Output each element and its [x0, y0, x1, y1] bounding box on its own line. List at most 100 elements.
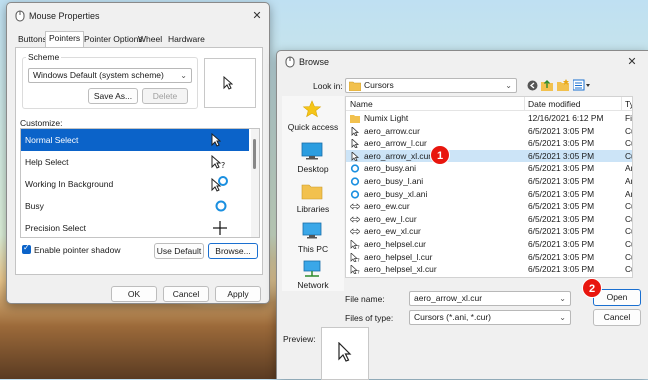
file-row[interactable]: aero_arrow_l.cur 6/5/2021 3:05 PM Cu [346, 137, 632, 150]
place-label: Desktop [297, 164, 329, 174]
scheme-dropdown[interactable]: Windows Default (system scheme) ⌄ [28, 68, 192, 83]
file-date: 6/5/2021 3:05 PM [528, 150, 595, 161]
file-type: An [625, 188, 632, 199]
chevron-down-icon: ⌄ [505, 81, 512, 90]
resize-ew-icon [350, 216, 360, 223]
place-label: Libraries [296, 204, 330, 214]
file-row-selected[interactable]: aero_arrow_xl.cur 6/5/2021 3:05 PM Cu [346, 149, 632, 163]
list-item[interactable]: Busy [21, 195, 249, 217]
place-label: Quick access [287, 122, 339, 132]
busy-cursor-icon [350, 177, 360, 186]
save-as-button[interactable]: Save As... [88, 88, 138, 104]
cancel-button[interactable]: Cancel [163, 286, 209, 302]
file-row[interactable]: aero_ew.cur 6/5/2021 3:05 PM Cu [346, 200, 632, 213]
delete-button[interactable]: Delete [142, 88, 188, 104]
list-item[interactable]: Normal Select [21, 129, 249, 151]
column-header-date[interactable]: Date modified [528, 99, 580, 109]
svg-text:?: ? [221, 161, 225, 169]
file-name: aero_arrow.cur [364, 125, 420, 136]
file-row[interactable]: Numix Light 12/16/2021 6:12 PM Fi [346, 112, 632, 125]
list-scrollbar[interactable] [251, 129, 259, 237]
help-cursor-icon: ? [350, 265, 360, 275]
file-date: 6/5/2021 3:05 PM [528, 213, 595, 224]
up-folder-icon[interactable] [541, 79, 553, 91]
file-type: An [625, 176, 632, 186]
file-row[interactable]: aero_arrow.cur 6/5/2021 3:05 PM Cu [346, 125, 632, 138]
cancel-button[interactable]: Cancel [593, 309, 641, 326]
browse-button[interactable]: Browse... [208, 243, 258, 259]
browse-titlebar: Browse ✕ [277, 51, 648, 73]
computer-icon [302, 222, 322, 239]
file-row[interactable]: aero_ew_l.cur 6/5/2021 3:05 PM Cu [346, 213, 632, 226]
svg-text:?: ? [357, 258, 360, 262]
preview-box [321, 327, 369, 380]
network-icon [303, 260, 321, 277]
look-in-dropdown[interactable]: Cursors ⌄ [345, 78, 517, 93]
file-name: aero_arrow_xl.cur [364, 150, 432, 161]
file-row[interactable]: ? aero_helpsel_l.cur 6/5/2021 3:05 PM Cu [346, 251, 632, 264]
file-date: 6/5/2021 3:05 PM [528, 188, 595, 199]
list-item[interactable]: Help Select ? [21, 151, 249, 173]
place-libraries[interactable]: Libraries [282, 182, 344, 218]
place-desktop[interactable]: Desktop [282, 142, 344, 178]
place-quick-access[interactable]: Quick access [282, 100, 344, 136]
file-row[interactable]: aero_busy.ani 6/5/2021 3:05 PM An [346, 162, 632, 175]
tab-pointers[interactable]: Pointers [45, 31, 85, 48]
file-row[interactable]: aero_ew_xl.cur 6/5/2021 3:05 PM Cu [346, 225, 632, 238]
file-date: 6/5/2021 3:05 PM [528, 125, 595, 136]
column-header-type[interactable]: Ty [625, 99, 632, 109]
file-date: 6/5/2021 3:05 PM [528, 226, 595, 237]
tab-wheel[interactable]: Wheel [135, 33, 165, 47]
file-type: Cu [625, 150, 632, 161]
arrow-cursor-icon [338, 342, 352, 362]
scrollbar-thumb[interactable] [253, 139, 256, 169]
new-folder-icon[interactable] [557, 79, 569, 91]
file-row[interactable]: aero_busy_xl.ani 6/5/2021 3:05 PM An [346, 188, 632, 201]
shadow-checkbox[interactable]: ✓ [22, 243, 31, 254]
file-row[interactable]: ? aero_helpsel.cur 6/5/2021 3:05 PM Cu [346, 238, 632, 251]
file-name: aero_busy_xl.ani [364, 188, 428, 199]
places-bar: Quick access Desktop Libraries This PC N… [282, 96, 344, 291]
cursor-row-label: Normal Select [25, 135, 79, 145]
place-label: This PC [297, 244, 329, 254]
look-in-label: Look in: [313, 81, 343, 91]
file-row[interactable]: ? aero_helpsel_xl.cur 6/5/2021 3:05 PM C… [346, 263, 632, 276]
libraries-icon [301, 184, 323, 200]
file-type: Fi [625, 113, 632, 123]
files-of-type-dropdown[interactable]: Cursors (*.ani, *.cur) ⌄ [409, 310, 571, 325]
file-name: aero_arrow_l.cur [364, 138, 427, 149]
file-name: Numix Light [364, 113, 409, 123]
step-badge-2: 2 [582, 278, 602, 298]
window-title: Mouse Properties [29, 11, 100, 21]
mouse-icon [285, 56, 295, 68]
list-item[interactable]: Working In Background [21, 173, 249, 195]
file-name-input[interactable]: aero_arrow_xl.cur ⌄ [409, 291, 571, 306]
list-item[interactable]: Precision Select [21, 217, 249, 237]
view-menu-icon[interactable] [573, 79, 591, 91]
cursor-preview-box [204, 58, 256, 108]
file-name: aero_busy_l.ani [364, 176, 424, 186]
close-icon[interactable]: ✕ [249, 8, 265, 24]
back-icon[interactable] [527, 80, 538, 91]
place-this-pc[interactable]: This PC [282, 222, 344, 258]
tab-hardware[interactable]: Hardware [165, 33, 208, 47]
close-icon[interactable]: ✕ [624, 54, 640, 70]
file-type: Cu [625, 239, 632, 249]
apply-button[interactable]: Apply [215, 286, 261, 302]
file-date: 6/5/2021 3:05 PM [528, 251, 595, 262]
resize-ew-icon [350, 203, 360, 210]
scheme-label: Scheme [26, 52, 62, 62]
scheme-value: Windows Default (system scheme) [33, 70, 164, 80]
look-in-value: Cursors [364, 80, 394, 90]
column-header-name[interactable]: Name [350, 99, 373, 109]
file-row[interactable]: aero_busy_l.ani 6/5/2021 3:05 PM An [346, 175, 632, 188]
use-default-button[interactable]: Use Default [154, 243, 204, 259]
help-cursor-icon: ? [350, 240, 360, 249]
place-network[interactable]: Network [282, 260, 344, 292]
file-date: 6/5/2021 3:05 PM [528, 239, 595, 249]
customize-label: Customize: [20, 118, 63, 128]
shadow-label: Enable pointer shadow [34, 245, 121, 255]
ok-button[interactable]: OK [111, 286, 157, 302]
arrow-cursor-icon [351, 151, 360, 161]
place-label: Network [297, 280, 329, 290]
